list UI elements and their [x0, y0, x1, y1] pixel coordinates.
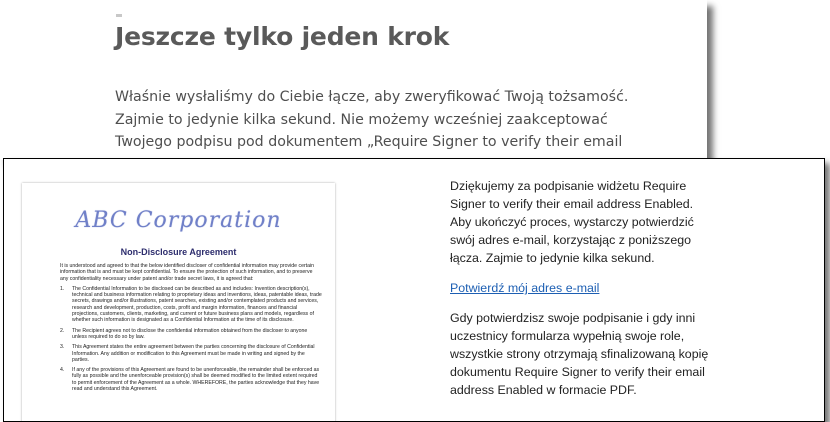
verification-page-card: Jeszcze tylko jeden krok Właśnie wysłali… — [0, 0, 707, 173]
company-logo: ABC Corporation — [75, 208, 282, 233]
document-clause: 3. This Agreement states the entire agre… — [60, 344, 322, 363]
document-intro: It is understood and agreed to that the … — [60, 263, 315, 282]
document-body: It is understood and agreed to that the … — [60, 263, 322, 396]
document-preview[interactable]: ABC Corporation Non-Disclosure Agreement… — [22, 183, 335, 421]
clause-text: The Confidential Information to be discl… — [72, 285, 322, 324]
email-intro: Dziękujemy za podpisanie widżetu Require… — [450, 179, 694, 265]
page-heading: Jeszcze tylko jeden krok — [115, 22, 450, 51]
clause-number: 3. — [60, 344, 65, 351]
decorative-dash — [116, 14, 122, 17]
document-clause: 2. The Recipient agrees not to disclose … — [60, 328, 322, 341]
email-body: Dziękujemy za podpisanie widżetu Require… — [450, 177, 714, 399]
confirm-email-link[interactable]: Potwierdź mój adres e-mail — [450, 279, 714, 297]
document-clause: 4. If any of the provisions of this Agre… — [60, 367, 322, 392]
email-followup: Gdy potwierdzisz swoje podpisanie i gdy … — [450, 311, 709, 397]
clause-text: This Agreement states the entire agreeme… — [72, 344, 315, 363]
clause-number: 1. — [60, 285, 65, 292]
email-card: ABC Corporation Non-Disclosure Agreement… — [3, 158, 825, 422]
clause-number: 4. — [60, 367, 65, 374]
clause-number: 2. — [60, 327, 65, 334]
document-title: Non-Disclosure Agreement — [120, 247, 237, 257]
document-clause: 1. The Confidential Information to be di… — [60, 286, 322, 324]
clause-text: If any of the provisions of this Agreeme… — [72, 367, 320, 393]
clause-text: The Recipient agrees not to disclose the… — [72, 327, 308, 340]
